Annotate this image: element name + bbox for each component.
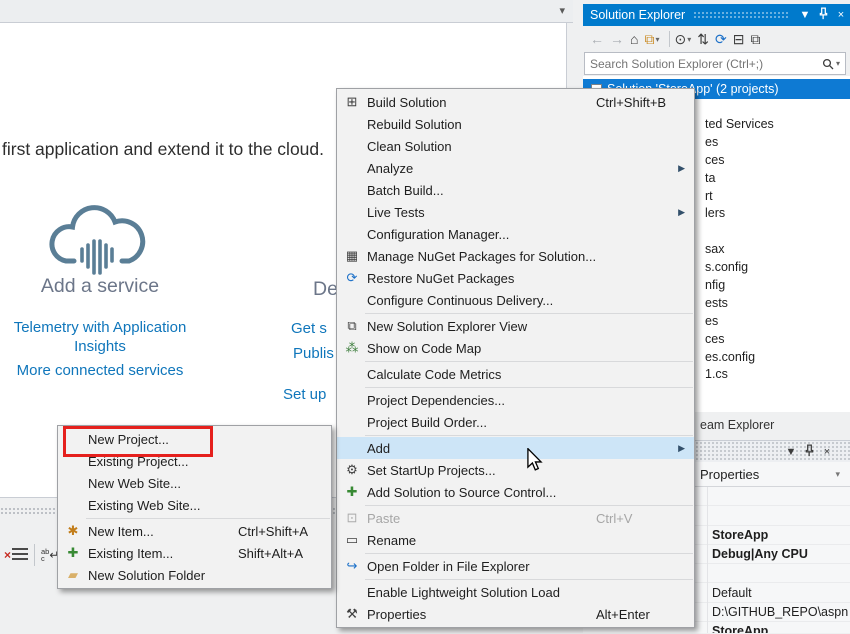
menu-item-rebuild-solution[interactable]: Rebuild Solution ▶ bbox=[337, 113, 694, 135]
menu-item-add-solution-to-source-control[interactable]: ✚ Add Solution to Source Control... ▶ bbox=[337, 481, 694, 503]
window-position-dropdown-icon[interactable]: ▼ bbox=[796, 9, 814, 21]
solution-explorer-toolbar: ←▾ →▾ ⌂▾ ⧉▾ ⊙▾ ⇅▾ ⟳▾ ⊟▾ ⧉▾ bbox=[583, 26, 850, 52]
toolbar-separator bbox=[34, 544, 35, 566]
submenu-arrow-icon: ▶ bbox=[678, 443, 685, 454]
menu-separator bbox=[365, 361, 693, 362]
menu-item-set-startup-projects[interactable]: ⚙ Set StartUp Projects... ▶ bbox=[337, 459, 694, 481]
submenu-arrow-icon: ▶ bbox=[678, 207, 685, 218]
grid-column-divider[interactable] bbox=[707, 487, 708, 633]
titlebar-grip-texture bbox=[693, 11, 788, 20]
collapse-all-icon[interactable]: ⊟▾ bbox=[733, 31, 745, 48]
menu-item-clean-solution[interactable]: Clean Solution ▶ bbox=[337, 135, 694, 157]
menu-item-new-item[interactable]: ✱ New Item... Ctrl+Shift+A ▶ bbox=[58, 520, 331, 542]
solution-explorer-titlebar[interactable]: Solution Explorer ▼ × bbox=[583, 4, 850, 26]
menu-item-project-build-order[interactable]: Project Build Order... ▶ bbox=[337, 411, 694, 433]
document-well-strip: ▾ bbox=[0, 0, 573, 23]
pin-icon[interactable] bbox=[800, 444, 818, 460]
menu-item-batch-build[interactable]: Batch Build... ▶ bbox=[337, 179, 694, 201]
link-more-connected-services[interactable]: More connected services bbox=[0, 361, 205, 380]
search-input[interactable] bbox=[585, 57, 822, 71]
solution-context-menu: ⊞ Build Solution Ctrl+Shift+B ▶ Rebuild … bbox=[336, 88, 695, 628]
close-icon[interactable]: × bbox=[832, 9, 850, 21]
error-list-icon[interactable]: × bbox=[4, 548, 11, 562]
menu-item-existing-web-site[interactable]: Existing Web Site... ▶ bbox=[58, 494, 331, 516]
menu-item-open-folder-in-file-explorer[interactable]: ↪ Open Folder in File Explorer ▶ bbox=[337, 555, 694, 577]
menu-separator bbox=[365, 579, 693, 580]
output-lines-icon[interactable] bbox=[12, 548, 28, 562]
sync-with-active-document-icon[interactable]: ⇅▾ bbox=[697, 31, 709, 48]
search-icon[interactable] bbox=[822, 58, 834, 70]
properties-combo-value: Properties bbox=[700, 467, 759, 482]
submenu-arrow-icon: ▶ bbox=[678, 163, 685, 174]
menu-item-rename[interactable]: ▭ Rename ▶ bbox=[337, 529, 694, 551]
mouse-cursor bbox=[526, 448, 543, 478]
solution-explorer-search: ▾ bbox=[584, 52, 846, 75]
annotation-highlight-box bbox=[63, 426, 213, 457]
word-wrap-icon[interactable]: abc bbox=[41, 548, 49, 562]
back-icon[interactable]: ←▾ bbox=[590, 31, 604, 47]
menu-item-calculate-code-metrics[interactable]: Calculate Code Metrics ▶ bbox=[337, 363, 694, 385]
menu-separator bbox=[365, 553, 693, 554]
home-icon[interactable]: ⌂▾ bbox=[630, 31, 638, 47]
menu-item-restore-nuget-packages[interactable]: ⟳ Restore NuGet Packages ▶ bbox=[337, 267, 694, 289]
menu-item-new-solution-explorer-view[interactable]: ⧉ New Solution Explorer View ▶ bbox=[337, 315, 694, 337]
menu-item-analyze[interactable]: Analyze ▶ bbox=[337, 157, 694, 179]
menu-separator bbox=[365, 387, 693, 388]
chevron-down-icon: ▾ bbox=[835, 469, 840, 480]
menu-item-show-on-code-map[interactable]: ⁂ Show on Code Map ▶ bbox=[337, 337, 694, 359]
link-telemetry-application-insights[interactable]: Telemetry with Application Insights bbox=[0, 318, 205, 356]
menu-item-manage-nuget-packages[interactable]: ▦ Manage NuGet Packages for Solution... … bbox=[337, 245, 694, 267]
menu-item-live-tests[interactable]: Live Tests ▶ bbox=[337, 201, 694, 223]
menu-separator bbox=[86, 518, 330, 519]
menu-separator bbox=[365, 313, 693, 314]
menu-item-project-dependencies[interactable]: Project Dependencies... ▶ bbox=[337, 389, 694, 411]
start-page-tagline: first application and extend it to the c… bbox=[2, 139, 324, 160]
menu-item-build-solution[interactable]: ⊞ Build Solution Ctrl+Shift+B ▶ bbox=[337, 91, 694, 113]
add-a-service-label[interactable]: Add a service bbox=[0, 275, 200, 298]
menu-item-new-solution-folder[interactable]: ▰ New Solution Folder ▶ bbox=[58, 564, 331, 586]
menu-item-configure-continuous-delivery[interactable]: Configure Continuous Delivery... ▶ bbox=[337, 289, 694, 311]
search-options-caret-icon[interactable]: ▾ bbox=[836, 59, 840, 68]
menu-item-enable-lightweight-solution-load[interactable]: Enable Lightweight Solution Load ▶ bbox=[337, 581, 694, 603]
document-well-dropdown-icon[interactable]: ▾ bbox=[559, 4, 565, 17]
refresh-icon[interactable]: ⟳▾ bbox=[715, 31, 727, 48]
menu-item-existing-item[interactable]: ✚ Existing Item... Shift+Alt+A ▶ bbox=[58, 542, 331, 564]
pending-changes-filter-icon[interactable]: ⊙▾ bbox=[665, 31, 691, 48]
menu-item-paste[interactable]: ⊡ Paste Ctrl+V ▶ bbox=[337, 507, 694, 529]
close-icon[interactable]: × bbox=[818, 446, 836, 458]
menu-item-properties[interactable]: ⚒ Properties Alt+Enter ▶ bbox=[337, 603, 694, 625]
menu-item-new-web-site[interactable]: New Web Site... ▶ bbox=[58, 472, 331, 494]
solution-explorer-title: Solution Explorer bbox=[590, 8, 685, 22]
menu-item-configuration-manager[interactable]: Configuration Manager... ▶ bbox=[337, 223, 694, 245]
switch-views-icon[interactable]: ⧉▾ bbox=[644, 31, 659, 48]
menu-item-add[interactable]: Add ▶ bbox=[337, 437, 694, 459]
tab-team-explorer[interactable]: eam Explorer bbox=[700, 418, 774, 432]
menu-separator bbox=[365, 505, 693, 506]
pin-icon[interactable] bbox=[814, 7, 832, 23]
window-position-dropdown-icon[interactable]: ▼ bbox=[782, 446, 800, 458]
menu-separator bbox=[365, 435, 693, 436]
properties-pages-icon[interactable]: ⧉▾ bbox=[750, 31, 760, 48]
forward-icon[interactable]: →▾ bbox=[610, 31, 624, 47]
